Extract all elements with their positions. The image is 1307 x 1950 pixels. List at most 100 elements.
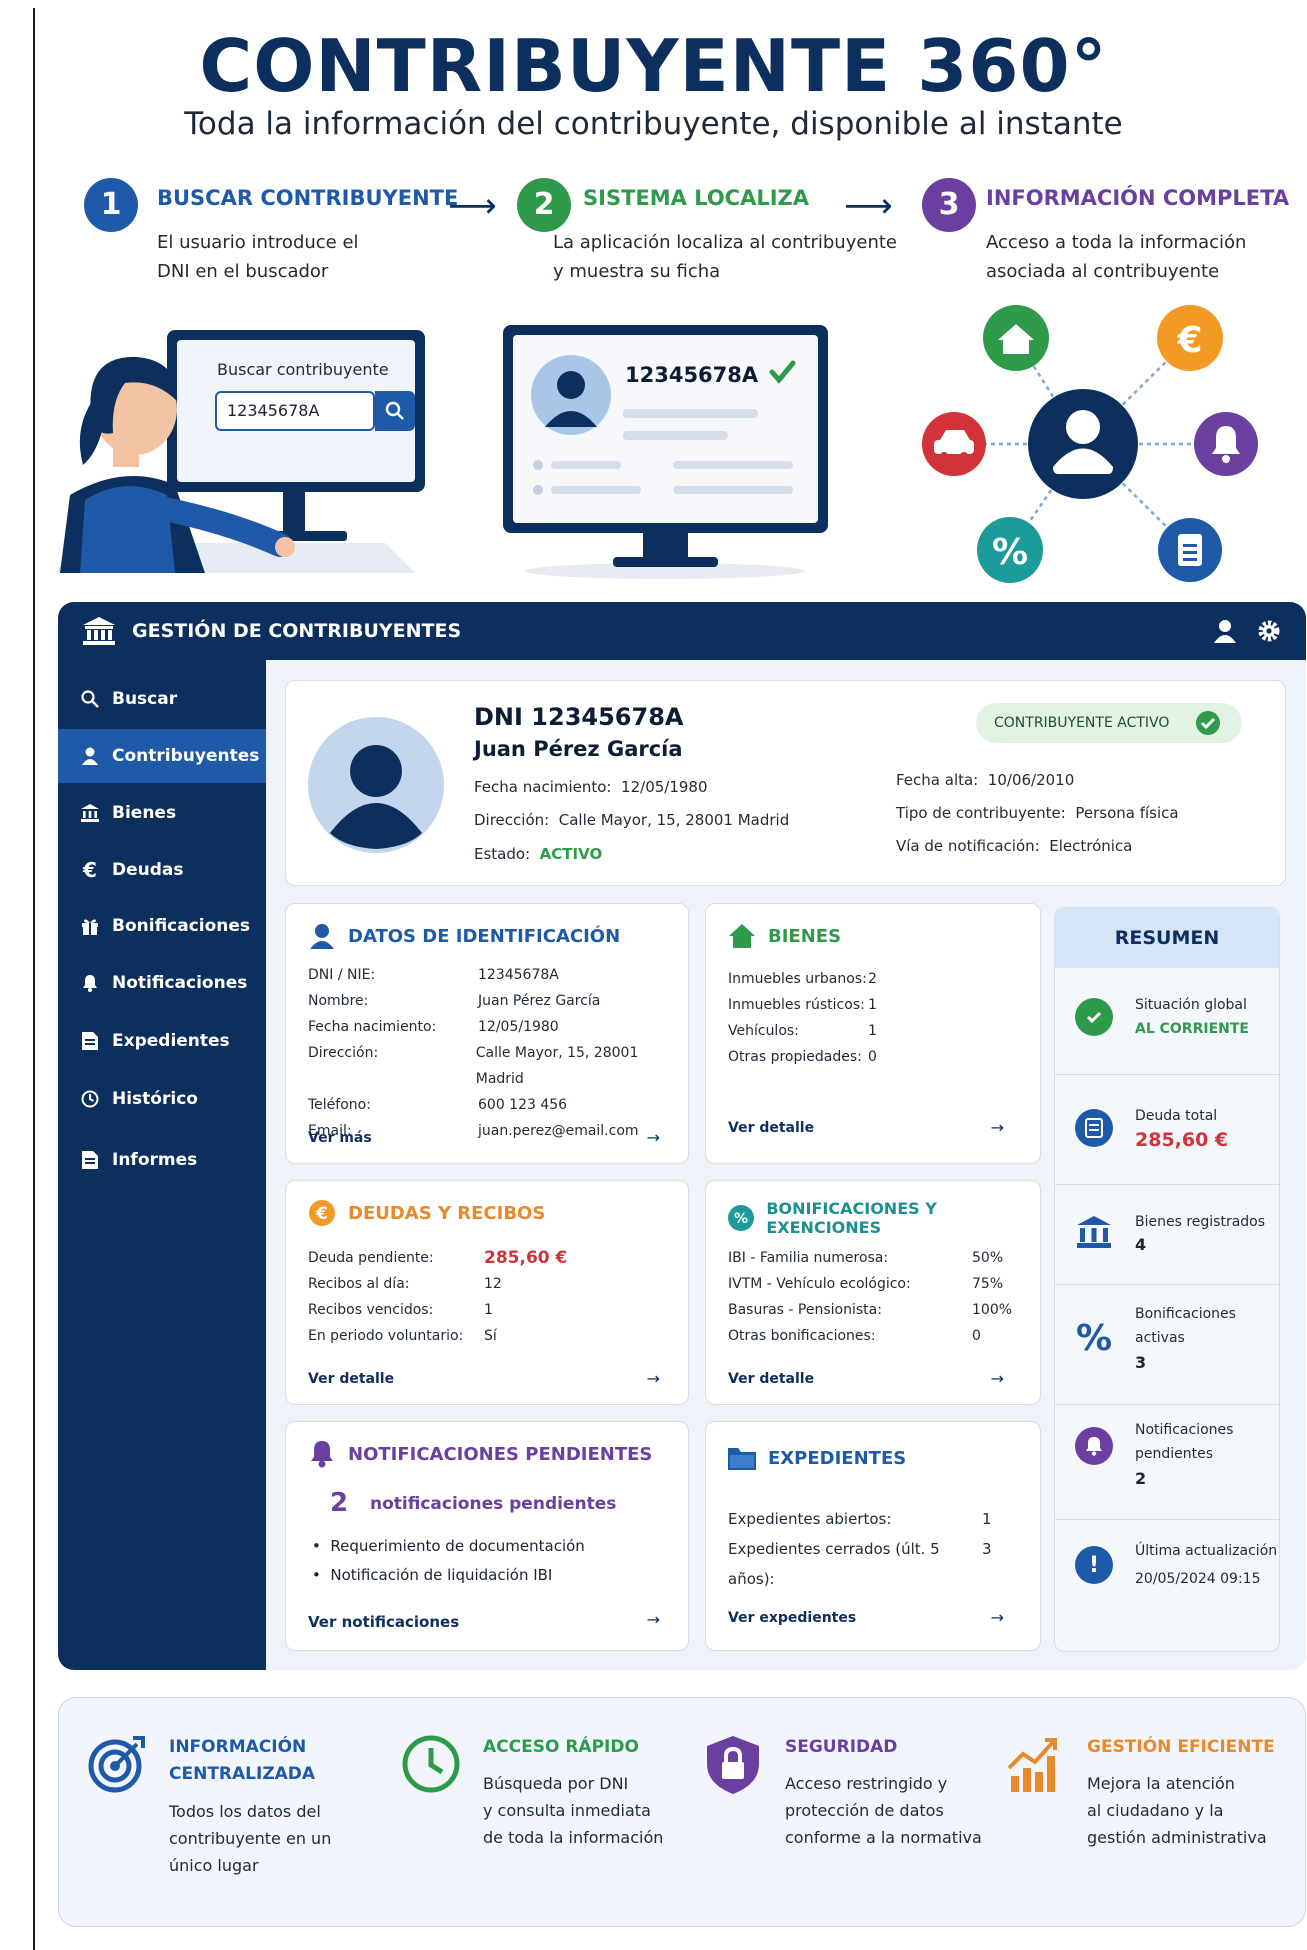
found-dni: 12345678A <box>625 363 759 387</box>
search-box-label: Buscar contribuyente <box>217 360 389 379</box>
notification-list: • Requerimiento de documentación • Notif… <box>312 1532 585 1590</box>
bank-icon <box>1075 1213 1113 1251</box>
sidebar-item-notificaciones[interactable]: Notificaciones <box>58 956 266 1010</box>
arrow-right-icon[interactable]: → <box>991 1118 1004 1137</box>
history-icon <box>80 1089 100 1109</box>
gear-icon[interactable] <box>1256 618 1282 644</box>
search-input[interactable]: 12345678A <box>215 391 375 431</box>
list-item: Basuras - Pensionista: 100% <box>728 1302 1013 1318</box>
receipt-icon <box>1075 1109 1113 1147</box>
user-icon[interactable] <box>1212 618 1238 644</box>
summary-deuda: Deuda total 285,60 € <box>1055 1074 1279 1184</box>
app-brand: GESTIÓN DE CONTRIBUYENTES <box>82 616 461 646</box>
check-icon <box>1075 998 1113 1036</box>
report-icon <box>80 1150 100 1170</box>
sidebar-item-bonificaciones[interactable]: Bonificaciones <box>58 899 266 953</box>
step-number: 1 <box>84 178 138 232</box>
profile-dni: DNI 12345678A <box>474 703 684 731</box>
arrow-right-icon[interactable]: → <box>647 1610 660 1629</box>
bell-icon <box>1075 1427 1113 1465</box>
profile-card: DNI 12345678A Juan Pérez García Fecha na… <box>285 680 1286 886</box>
card-header: % BONIFICACIONES Y EXENCIONES <box>728 1199 1040 1237</box>
list-item: Expedientes cerrados (últ. 5 años): 3 <box>728 1540 992 1588</box>
euro-icon: € <box>308 1199 336 1227</box>
page-title: CONTRIBUYENTE 360° <box>199 24 1108 108</box>
deudas-card: € DEUDAS Y RECIBOS Deuda pendiente: 285,6… <box>285 1180 689 1405</box>
card-header: € DEUDAS Y RECIBOS <box>308 1199 545 1227</box>
search-icon <box>385 401 404 420</box>
feature-title: INFORMACIÓN CENTRALIZADA <box>169 1737 316 1784</box>
sidebar-item-expedientes[interactable]: Expedientes <box>58 1014 266 1068</box>
list-item: En periodo voluntario: Sí <box>308 1328 497 1344</box>
list-item: DNI / NIE: 12345678A <box>308 967 559 983</box>
ver-detalle-link[interactable]: Ver detalle <box>728 1120 814 1136</box>
list-item[interactable]: • Requerimiento de documentación <box>312 1532 585 1561</box>
sidebar-item-historico[interactable]: Histórico <box>58 1072 266 1126</box>
search-illustration: Buscar contribuyente 12345678A <box>55 305 435 575</box>
user-icon <box>80 746 100 766</box>
summary-bonificaciones: % Bonificaciones activas 3 <box>1055 1284 1279 1404</box>
bell-icon <box>80 973 100 993</box>
notification-count: 2 <box>330 1488 349 1518</box>
arrow-right-icon[interactable]: → <box>647 1128 660 1147</box>
sidebar-item-label: Bienes <box>112 803 177 823</box>
sidebar-item-bienes[interactable]: Bienes <box>58 786 266 840</box>
expedientes-list: Expedientes abiertos: 1 Expedientes cerrad… <box>728 1504 992 1594</box>
step-description: Acceso a toda la información asociada al … <box>986 232 1247 282</box>
list-item: Inmuebles urbanos: 2 <box>728 971 877 987</box>
notificaciones-card: NOTIFICACIONES PENDIENTES 2 notificacion… <box>285 1421 689 1651</box>
sidebar-item-buscar[interactable]: Buscar <box>58 672 266 726</box>
list-item: IVTM - Vehículo ecológico: 75% <box>728 1276 1004 1292</box>
profile-address: Dirección: Calle Mayor, 15, 28001 Madrid <box>474 811 790 829</box>
arrow-right-icon[interactable]: → <box>991 1608 1004 1627</box>
bienes-card: BIENES Inmuebles urbanos: 2 Inmuebles rúst… <box>705 903 1041 1164</box>
ver-notificaciones-link[interactable]: Ver notificaciones <box>308 1613 459 1631</box>
ver-mas-link[interactable]: Ver más <box>308 1130 372 1146</box>
step-number: 3 <box>922 178 976 232</box>
ver-expedientes-link[interactable]: Ver expedientes <box>728 1610 856 1626</box>
sidebar-item-deudas[interactable]: € Deudas <box>58 843 266 897</box>
app-header: GESTIÓN DE CONTRIBUYENTES <box>58 602 1306 660</box>
arrow-right-icon[interactable]: → <box>647 1369 660 1388</box>
sidebar-item-label: Notificaciones <box>112 973 248 993</box>
profile-status: Estado: ACTIVO <box>474 845 603 863</box>
arrow-right-icon: ⟶ <box>844 186 893 226</box>
card-header: DATOS DE IDENTIFICACIÓN <box>308 922 620 950</box>
search-icon <box>80 689 100 709</box>
feature-description: Acceso restringido y protección de datos c… <box>785 1774 982 1847</box>
step-title: INFORMACIÓN COMPLETA <box>986 186 1290 210</box>
list-item[interactable]: • Notificación de liquidación IBI <box>312 1561 585 1590</box>
search-button[interactable] <box>375 391 415 431</box>
profile-via: Vía de notificación: Electrónica <box>896 837 1133 855</box>
app-title: GESTIÓN DE CONTRIBUYENTES <box>132 620 462 642</box>
euro-icon: € <box>83 858 97 882</box>
identification-list: DNI / NIE: 12345678A Nombre: Juan Pérez Gar… <box>308 962 688 1144</box>
notification-count-label: notificaciones pendientes <box>370 1494 617 1514</box>
shield-lock-icon <box>707 1736 759 1794</box>
profile-found-illustration: 12345678A <box>503 325 828 580</box>
list-item: Recibos vencidos: 1 <box>308 1302 493 1318</box>
bank-icon <box>80 803 100 823</box>
expedientes-card: EXPEDIENTES Expedientes abiertos: 1 Expedi… <box>705 1421 1041 1651</box>
sidebar-item-contribuyentes[interactable]: Contribuyentes <box>58 729 266 783</box>
card-header: BIENES <box>728 922 841 950</box>
sidebar-item-label: Contribuyentes <box>112 746 260 766</box>
page-subtitle: Toda la información del contribuyente, d… <box>184 106 1123 142</box>
list-item: Dirección: Calle Mayor, 15, 28001 Madrid <box>308 1045 639 1087</box>
feature-title: SEGURIDAD <box>785 1737 898 1757</box>
step-number: 2 <box>517 178 571 232</box>
sidebar-item-informes[interactable]: Informes <box>58 1133 266 1187</box>
feature-description: Mejora la atención al ciudadano y la gesti… <box>1087 1774 1267 1847</box>
ver-detalle-link[interactable]: Ver detalle <box>728 1371 814 1387</box>
summary-bienes: Bienes registrados 4 <box>1055 1184 1279 1284</box>
list-item: Recibos al día: 12 <box>308 1276 502 1292</box>
ver-detalle-link[interactable]: Ver detalle <box>308 1371 394 1387</box>
arrow-right-icon[interactable]: → <box>991 1369 1004 1388</box>
list-item: Expedientes abiertos: 1 <box>728 1510 992 1528</box>
profile-tipo: Tipo de contribuyente: Persona física <box>896 804 1179 822</box>
step-title: SISTEMA LOCALIZA <box>583 186 810 210</box>
step-description: La aplicación localiza al contribuyente y… <box>553 232 897 282</box>
percent-icon: % <box>728 1204 755 1232</box>
avatar <box>308 717 444 853</box>
list-item: Teléfono: 600 123 456 <box>308 1097 568 1113</box>
